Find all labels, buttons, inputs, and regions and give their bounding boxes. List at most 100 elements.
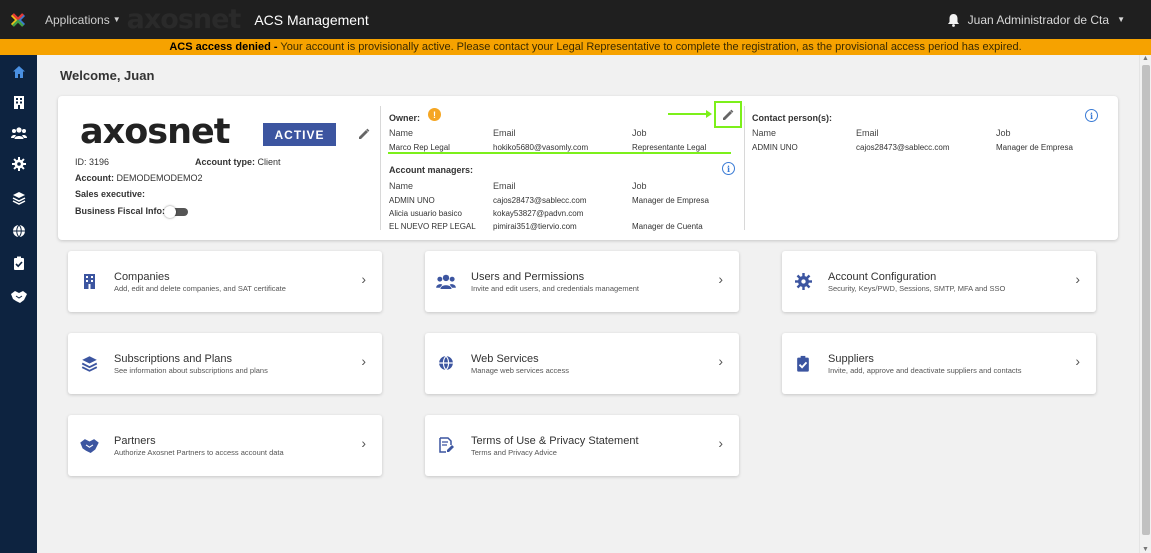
globe-icon [12, 224, 25, 238]
banner-bold: ACS access denied - [169, 41, 278, 53]
tile-title: Users and Permissions [471, 271, 585, 283]
tile-account-configuration[interactable]: Account Configuration Security, Keys/PWD… [782, 251, 1096, 312]
tile-description: See information about subscriptions and … [114, 366, 268, 375]
layers-icon [79, 353, 99, 373]
users-icon [436, 271, 456, 291]
sidebar-item-companies[interactable] [0, 87, 37, 117]
contacts-col-email: Email [856, 128, 879, 138]
clipboard-check-icon [793, 353, 813, 373]
scrollbar-thumb[interactable] [1142, 65, 1150, 535]
id-value: 3196 [89, 157, 110, 167]
chevron-right-icon: › [718, 271, 723, 287]
highlight-underline [388, 152, 731, 154]
chevron-right-icon: › [1075, 271, 1080, 287]
sidebar-item-home[interactable] [0, 57, 37, 87]
manager-email: pimirai351@tiervio.com [493, 222, 577, 231]
manager-email: cajos28473@sablecc.com [493, 196, 587, 205]
page-scrollbar[interactable]: ▲ ▼ [1139, 55, 1151, 553]
clipboard-check-icon [13, 256, 24, 270]
app-logo-icon[interactable] [0, 0, 36, 39]
tile-title: Companies [114, 271, 170, 283]
tile-description: Invite, add, approve and deactivate supp… [828, 366, 1022, 375]
contacts-label: Contact person(s): [752, 113, 833, 123]
sidebar-item-suppliers[interactable] [0, 248, 37, 278]
tile-partners[interactable]: Partners Authorize Axosnet Partners to a… [68, 415, 382, 476]
applications-label: Applications [45, 12, 110, 27]
users-icon [10, 126, 27, 139]
manager-name: ADMIN UNO [389, 196, 435, 205]
sidebar-item-settings[interactable] [0, 149, 37, 179]
chevron-right-icon: › [361, 435, 366, 451]
sidebar-item-partners[interactable] [0, 281, 37, 311]
sales-label: Sales executive: [75, 189, 146, 199]
status-badge: ACTIVE [263, 123, 336, 146]
edit-account-icon[interactable] [358, 128, 370, 143]
tile-description: Invite and edit users, and credentials m… [471, 284, 640, 293]
handshake-icon [79, 435, 99, 455]
building-icon [79, 271, 99, 291]
sidebar-item-users[interactable] [0, 117, 37, 147]
fiscal-label: Business Fiscal Info: [75, 206, 166, 216]
contacts-col-job: Job [996, 128, 1011, 138]
tile-title: Web Services [471, 353, 539, 365]
brand-text: axosnet [80, 112, 230, 152]
account-card: axosnet ACTIVE ID: 3196 Account type: Cl… [58, 96, 1118, 240]
owner-job: Representante Legal [632, 143, 707, 152]
account-value: DEMODEMODEMO2 [116, 173, 203, 183]
account-id: ID: 3196 [75, 157, 109, 167]
manager-email: kokay53827@padvn.com [493, 209, 584, 218]
tile-description: Manage web services access [471, 366, 569, 375]
managers-label: Account managers: [389, 165, 474, 175]
scroll-down-icon[interactable]: ▼ [1142, 546, 1149, 553]
account-type: Account type: Client [195, 157, 281, 167]
manager-job: Manager de Cuenta [632, 222, 703, 231]
contacts-col-name: Name [752, 128, 777, 138]
owner-label: Owner: [389, 113, 421, 123]
tile-title: Account Configuration [828, 271, 937, 283]
account-label: Account: [75, 173, 114, 183]
tile-companies[interactable]: Companies Add, edit and delete companies… [68, 251, 382, 312]
fiscal-info-toggle[interactable] [164, 206, 188, 218]
warning-icon[interactable]: ! [428, 108, 441, 121]
edit-owner-button[interactable] [714, 101, 742, 128]
sidebar-item-subscriptions[interactable] [0, 183, 37, 213]
globe-icon [436, 353, 456, 373]
brand-logo: axosnet [80, 112, 230, 152]
tile-suppliers[interactable]: Suppliers Invite, add, approve and deact… [782, 333, 1096, 394]
applications-menu[interactable]: Applications ▼ [45, 13, 121, 27]
app-title: ACS Management [254, 11, 369, 28]
banner-message: Your account is provisionally active. Pl… [277, 41, 1022, 53]
tile-description: Authorize Axosnet Partners to access acc… [114, 448, 284, 457]
chevron-right-icon: › [361, 271, 366, 287]
sidebar-item-web-services[interactable] [0, 216, 37, 246]
manager-job: Manager de Empresa [632, 196, 709, 205]
scroll-up-icon[interactable]: ▲ [1142, 55, 1149, 62]
owner-name: Marco Rep Legal [389, 143, 450, 152]
tile-web-services[interactable]: Web Services Manage web services access … [425, 333, 739, 394]
tile-description: Terms and Privacy Advice [471, 448, 557, 457]
contact-name: ADMIN UNO [752, 143, 798, 152]
info-icon[interactable]: i [1085, 109, 1098, 122]
tile-title: Subscriptions and Plans [114, 353, 233, 365]
pencil-icon [723, 109, 734, 120]
info-icon[interactable]: i [722, 162, 735, 175]
chevron-right-icon: › [1075, 353, 1080, 369]
tile-description: Security, Keys/PWD, Sessions, SMTP, MFA … [828, 284, 1006, 293]
contact-job: Manager de Empresa [996, 143, 1073, 152]
tile-users-permissions[interactable]: Users and Permissions Invite and edit us… [425, 251, 739, 312]
type-value: Client [257, 157, 281, 167]
owner-col-job: Job [632, 128, 647, 138]
owner-col-email: Email [493, 128, 516, 138]
tile-terms-privacy[interactable]: Terms of Use & Privacy Statement Terms a… [425, 415, 739, 476]
handshake-icon [10, 290, 27, 303]
tile-title: Suppliers [828, 353, 874, 365]
type-label: Account type: [195, 157, 256, 167]
chevron-right-icon: › [361, 353, 366, 369]
manager-name: EL NUEVO REP LEGAL [389, 222, 476, 231]
user-menu[interactable]: Juan Administrador de Cta ▼ [947, 0, 1125, 39]
owner-col-name: Name [389, 128, 414, 138]
caret-down-icon: ▼ [1117, 15, 1125, 24]
user-name: Juan Administrador de Cta [967, 12, 1110, 27]
divider [380, 106, 381, 230]
tile-subscriptions-plans[interactable]: Subscriptions and Plans See information … [68, 333, 382, 394]
